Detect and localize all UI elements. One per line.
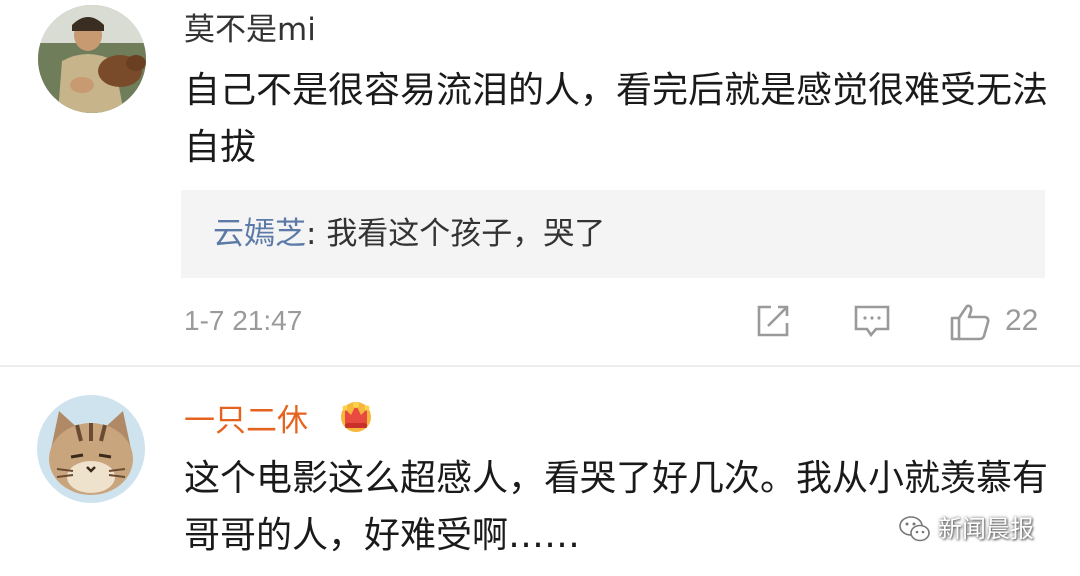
like-count: 22 <box>1005 304 1039 337</box>
watermark-text: 新闻晨报 <box>938 515 1034 543</box>
comment-item: 莫不是mi 自己不是很容易流泪的人，看完后就是感觉很难受无法自拔 云嫣芝: 我看… <box>0 0 1080 366</box>
comment-icon[interactable] <box>852 302 892 344</box>
reply-username[interactable]: 云嫣芝 <box>213 216 306 252</box>
avatar[interactable] <box>37 395 145 503</box>
share-icon[interactable] <box>754 302 792 344</box>
reply-line: 云嫣芝: 我看这个孩子，哭了 <box>213 213 605 255</box>
like-icon[interactable] <box>948 302 992 346</box>
wechat-icon <box>898 513 932 549</box>
username[interactable]: 莫不是mi <box>184 10 316 50</box>
reply-separator: : <box>306 216 327 252</box>
timestamp: 1-7 21:47 <box>184 305 303 336</box>
reply-box[interactable]: 云嫣芝: 我看这个孩子，哭了 <box>181 190 1045 278</box>
vip-crown-icon <box>337 396 375 434</box>
comment-text: 自己不是很容易流泪的人，看完后就是感觉很难受无法自拔 <box>184 70 1049 168</box>
reply-text: 我看这个孩子，哭了 <box>326 216 606 252</box>
avatar[interactable] <box>38 5 146 113</box>
username[interactable]: 一只二休 <box>184 401 308 441</box>
